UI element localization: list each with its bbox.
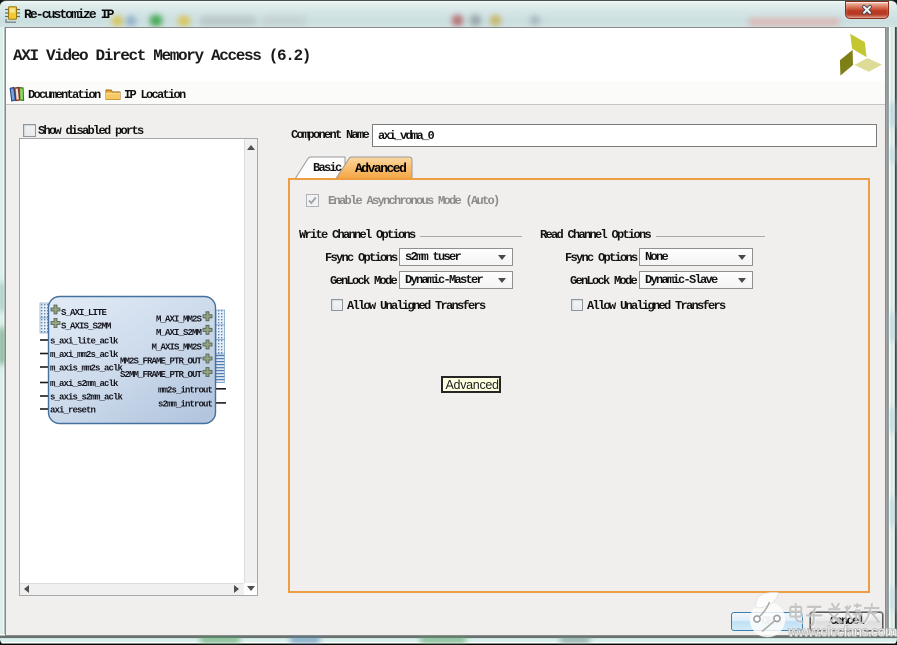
- svg-text:s_axi_lite_aclk: s_axi_lite_aclk: [50, 337, 119, 347]
- svg-text:S_AXIS_S2MM: S_AXIS_S2MM: [61, 322, 111, 332]
- svg-text:s_axis_s2mm_aclk: s_axis_s2mm_aclk: [50, 393, 124, 403]
- svg-text:M_AXI_MM2S: M_AXI_MM2S: [156, 314, 203, 324]
- svg-text:Advanced: Advanced: [355, 161, 406, 176]
- svg-text:m_axi_s2mm_aclk: m_axi_s2mm_aclk: [50, 379, 119, 389]
- svg-text:S_AXI_LITE: S_AXI_LITE: [61, 308, 108, 318]
- svg-text:mm2s_introut: mm2s_introut: [158, 385, 213, 395]
- svg-text:m_axi_mm2s_aclk: m_axi_mm2s_aclk: [50, 350, 119, 360]
- svg-text:M_AXI_S2MM: M_AXI_S2MM: [156, 328, 202, 338]
- svg-text:S2MM_FRAME_PTR_OUT: S2MM_FRAME_PTR_OUT: [120, 370, 203, 380]
- svg-text:s2mm_introut: s2mm_introut: [158, 399, 213, 409]
- svg-text:MM2S_FRAME_PTR_OUT: MM2S_FRAME_PTR_OUT: [120, 357, 203, 367]
- svg-text:m_axis_mm2s_aclk: m_axis_mm2s_aclk: [50, 364, 124, 374]
- svg-text:www.elecfans.com: www.elecfans.com: [787, 625, 897, 641]
- svg-text:axi_resetn: axi_resetn: [50, 406, 96, 416]
- svg-text:Basic: Basic: [313, 161, 342, 175]
- svg-text:M_AXIS_MM2S: M_AXIS_MM2S: [151, 343, 202, 353]
